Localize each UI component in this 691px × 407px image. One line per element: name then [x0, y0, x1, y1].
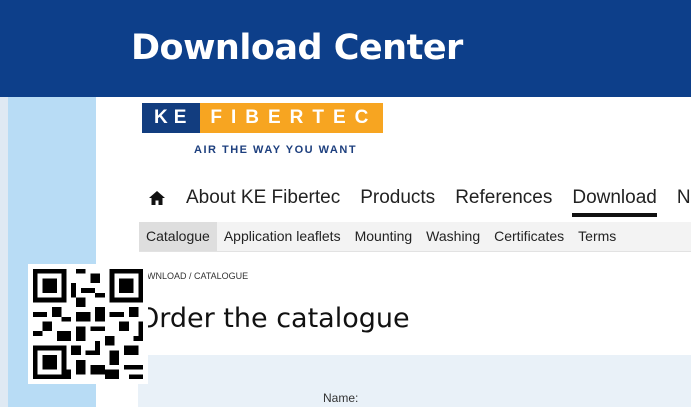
sub-nav-washing[interactable]: Washing	[419, 222, 487, 251]
page-title: Order the catalogue	[138, 303, 410, 334]
left-strip	[0, 97, 8, 407]
home-icon[interactable]	[148, 189, 166, 207]
nav-item-references[interactable]: References	[455, 187, 552, 209]
nav-item-about[interactable]: About KE Fibertec	[186, 187, 340, 209]
ke-fibertec-logo[interactable]: KE FIBERTEC	[142, 103, 384, 133]
name-field-label: Name:	[323, 391, 359, 405]
qr-code-graphic	[28, 264, 148, 384]
order-form-area	[138, 355, 691, 407]
website-frame: KE FIBERTEC AIR THE WAY YOU WANT About K…	[96, 97, 691, 407]
banner-title: Download Center	[131, 28, 463, 68]
sub-nav-mounting[interactable]: Mounting	[348, 222, 420, 251]
sub-nav-terms[interactable]: Terms	[571, 222, 623, 251]
sub-nav: Catalogue Application leaflets Mounting …	[139, 222, 691, 252]
sub-nav-certificates[interactable]: Certificates	[487, 222, 571, 251]
nav-item-download[interactable]: Download	[572, 187, 657, 217]
tagline: AIR THE WAY YOU WANT	[194, 144, 358, 156]
sub-nav-catalogue[interactable]: Catalogue	[139, 222, 217, 251]
qr-code-icon	[28, 264, 148, 384]
logo-fibertec: FIBERTEC	[200, 103, 384, 133]
nav-item-products[interactable]: Products	[360, 187, 435, 209]
header-banner: Download Center	[0, 0, 691, 97]
main-nav: About KE Fibertec Products References Do…	[148, 185, 691, 217]
logo-ke: KE	[142, 103, 201, 133]
sub-nav-application-leaflets[interactable]: Application leaflets	[217, 222, 348, 251]
breadcrumb: OWNLOAD / CATALOGUE	[140, 271, 249, 281]
nav-item-more[interactable]: N	[677, 187, 691, 209]
